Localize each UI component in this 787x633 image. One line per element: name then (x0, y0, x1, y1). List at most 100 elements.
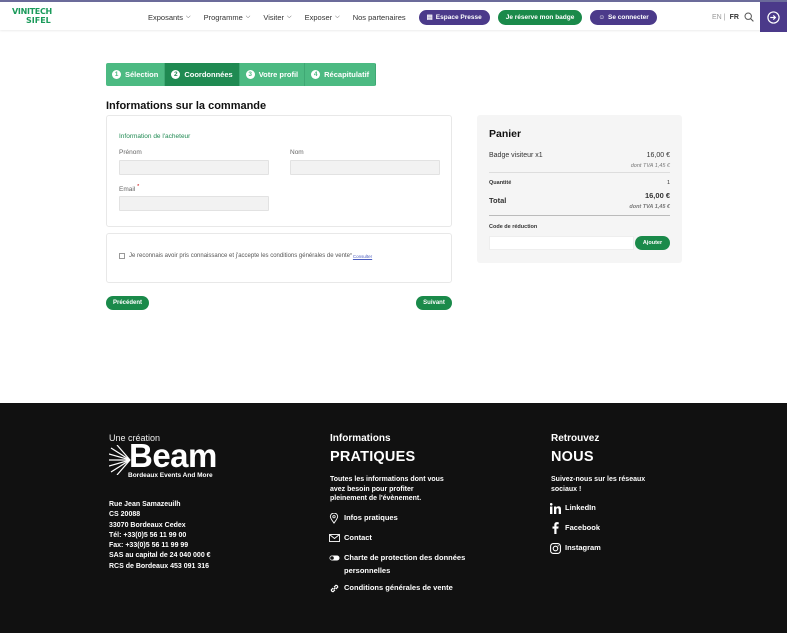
email-input[interactable] (119, 196, 269, 211)
address-line: SAS au capital de 24 040 000 € (109, 552, 211, 560)
press-button[interactable]: ▤ Espace Presse (418, 9, 490, 25)
chevron-down-icon: ⌵ (186, 13, 191, 20)
info-desc-line: pleinement de l'évènement. (330, 495, 422, 502)
footer-link-contact[interactable]: Contact (328, 532, 372, 545)
previous-button[interactable]: Précédent (106, 296, 149, 310)
next-button[interactable]: Suivant (416, 296, 452, 310)
nav-visiter[interactable]: Visiter ⌵ (263, 13, 291, 22)
chevron-down-icon: ⌵ (245, 13, 251, 20)
step-profil[interactable]: 3 Votre profil (239, 63, 306, 86)
cart-qty-value: 1 (666, 180, 670, 186)
footer-link-label: Facebook (565, 523, 601, 532)
lastname-label-text: Nom (290, 149, 304, 156)
newspaper-icon: ▤ (426, 14, 433, 21)
nav-exposants[interactable]: Exposants ⌵ (148, 13, 191, 22)
nav-label: Exposer (304, 12, 333, 22)
location-pin-icon (328, 512, 340, 524)
social-desc-line: Suivez-nous sur les réseaux (551, 476, 646, 483)
next-button-label: Suivant (423, 300, 445, 306)
step-label: Sélection (125, 70, 159, 79)
instagram-icon (549, 542, 561, 554)
beam-logo[interactable]: Beam Bordeaux Events And More (109, 437, 244, 483)
address-line: Tél: +33(0)5 56 11 99 00 (109, 531, 187, 539)
reserve-badge-button[interactable]: Je réserve mon badge (497, 9, 583, 25)
search-icon[interactable] (744, 12, 754, 22)
info-desc-line: avez besoin pour profiter (330, 485, 414, 493)
required-mark: * (349, 253, 352, 259)
email-label: Email * (119, 184, 139, 193)
cart-divider (489, 172, 670, 173)
toggle-icon (328, 552, 340, 564)
footer-link-infos[interactable]: Infos pratiques (328, 512, 398, 525)
social-desc-line: sociaux ! (551, 485, 582, 493)
step-number: 4 (311, 70, 321, 79)
footer-link-privacy[interactable]: Charte de protection des données personn… (328, 552, 468, 577)
lastname-input[interactable] (290, 160, 440, 175)
step-coordonnees[interactable]: 2 Coordonnées (165, 63, 240, 86)
step-recapitulatif[interactable]: 4 Récapitulatif (305, 63, 377, 86)
login-button-label: Se connecter (608, 13, 649, 21)
main-nav: Exposants ⌵ Programme ⌵ Visiter ⌵ Exposer ⌵ … (148, 2, 665, 32)
footer-link-label: Conditions générales de vente (344, 583, 453, 592)
buyer-info-card: Information de l'acheteur Prénom Nom Ema… (106, 115, 452, 227)
nav-label: Nos partenaires (352, 12, 406, 22)
beam-wordmark: Beam (129, 437, 217, 474)
footer-link-label: Instagram (565, 543, 601, 552)
linkedin-icon (549, 502, 561, 514)
terms-card: Je reconnais avoir pris connaissance et … (106, 233, 452, 283)
nav-programme[interactable]: Programme ⌵ (204, 13, 251, 22)
discount-code-input[interactable] (489, 236, 634, 250)
nav-exposer[interactable]: Exposer ⌵ (305, 13, 340, 22)
footer-link-label: Infos pratiques (344, 513, 398, 522)
terms-row: Je reconnais avoir pris connaissance et … (119, 253, 372, 259)
address-line: 33070 Bordeaux Cedex (109, 521, 186, 529)
login-button[interactable]: ☺ Se connecter (590, 9, 657, 25)
chevron-down-icon: ⌵ (287, 13, 292, 20)
address-line: Rue Jean Samazeuilh (109, 501, 181, 508)
discount-add-label: Ajouter (642, 240, 663, 246)
cart-panel: Panier Badge visiteur x1 16,00 € dont TV… (477, 115, 682, 263)
company-address: Rue Jean Samazeuilh CS 20088 33070 Borde… (109, 500, 211, 572)
sign-in-icon (767, 10, 780, 24)
info-title-line2: PRATIQUES (330, 449, 416, 465)
sunburst-icon (109, 445, 131, 475)
language-switcher: EN | FR (712, 2, 739, 32)
site-logo[interactable]: VINITECH SIFEL (12, 7, 52, 27)
footer-link-cgv[interactable]: Conditions générales de vente (328, 582, 453, 595)
step-number: 1 (112, 70, 121, 79)
terms-checkbox[interactable] (119, 253, 125, 259)
cart-item-price: 16,00 € (646, 152, 670, 159)
cart-item-label: Badge visiteur x1 (489, 152, 543, 159)
lang-en[interactable]: EN (712, 14, 722, 21)
cart-qty-label: Quantité (489, 180, 512, 186)
footer-link-instagram[interactable]: Instagram (549, 542, 601, 555)
cart-qty-row: Quantité 1 (489, 180, 670, 186)
step-number: 3 (245, 70, 255, 79)
step-selection[interactable]: 1 Sélection (106, 63, 166, 86)
firstname-input[interactable] (119, 160, 269, 175)
step-label: Récapitulatif (324, 70, 370, 79)
footer-link-facebook[interactable]: Facebook (549, 522, 600, 535)
info-title-line1: Informations (330, 433, 391, 444)
terms-link[interactable]: Consulter (353, 254, 372, 259)
discount-label-text: Code de réduction (489, 224, 538, 230)
social-title-line1: Retrouvez (551, 433, 600, 444)
facebook-icon (549, 522, 561, 534)
nav-partenaires[interactable]: Nos partenaires (353, 13, 406, 22)
reserve-badge-label: Je réserve mon badge (505, 13, 575, 21)
beam-subtitle: Bordeaux Events And More (128, 472, 213, 479)
lang-fr[interactable]: FR (730, 14, 739, 21)
nav-label: Exposants (148, 12, 184, 22)
info-desc-line: Toutes les informations dont vous (330, 476, 444, 483)
top-header: VINITECH SIFEL Exposants ⌵ Programme ⌵ Vis… (0, 0, 787, 32)
address-line: CS 20088 (109, 511, 141, 519)
footer-link-linkedin[interactable]: LinkedIn (549, 502, 596, 515)
discount-add-button[interactable]: Ajouter (635, 236, 670, 250)
cart-item-row: Badge visiteur x1 16,00 € (489, 152, 670, 159)
nav-label: Programme (203, 12, 243, 22)
firstname-label-text: Prénom (119, 149, 142, 156)
account-login-button[interactable] (760, 2, 787, 32)
buyer-section-title: Information de l'acheteur (119, 133, 191, 140)
terms-text: Je reconnais avoir pris connaissance et … (129, 253, 350, 259)
step-label: Votre profil (258, 70, 299, 79)
